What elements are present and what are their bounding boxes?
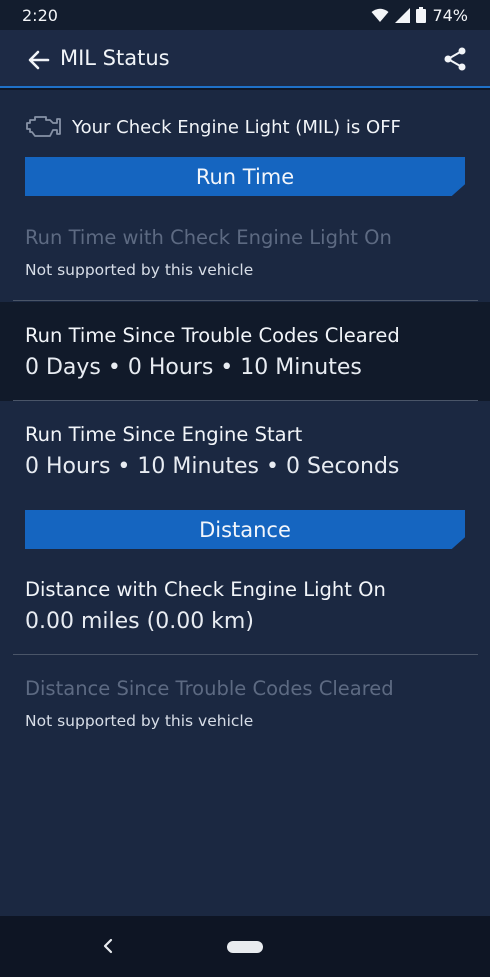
divider	[13, 400, 478, 401]
run-time-since-start: Run Time Since Engine Start 0 Hours • 10…	[25, 423, 399, 479]
status-time: 2:20	[22, 5, 58, 25]
check-engine-icon	[26, 116, 61, 137]
distance-cel-on: Distance with Check Engine Light On 0.00…	[25, 578, 386, 634]
distance-since-cleared: Distance Since Trouble Codes Cleared Not…	[25, 677, 394, 730]
status-bar: 2:20 74%	[0, 0, 490, 30]
system-nav-bar	[0, 916, 490, 977]
distance-since-cleared-sub: Not supported by this vehicle	[25, 712, 254, 730]
run-time-since-cleared-title: Run Time Since Trouble Codes Cleared	[25, 324, 400, 347]
nav-back-icon[interactable]	[100, 936, 118, 956]
distance-cel-on-value: 0.00 miles (0.00 km)	[25, 609, 254, 634]
share-icon[interactable]	[442, 46, 468, 72]
signal-icon	[395, 7, 411, 23]
run-time-cel-on: Run Time with Check Engine Light On Not …	[25, 226, 392, 279]
mil-status-content: Your Check Engine Light (MIL) is OFF Run…	[0, 90, 490, 916]
mil-status-text: Your Check Engine Light (MIL) is OFF	[72, 116, 401, 138]
page-title: MIL Status	[60, 46, 170, 70]
mil-status-row: Your Check Engine Light (MIL) is OFF	[24, 114, 401, 140]
run-time-since-start-value: 0 Hours • 10 Minutes • 0 Seconds	[25, 454, 400, 479]
status-icons: 74%	[371, 6, 468, 25]
divider	[13, 300, 478, 301]
distance-cel-on-title: Distance with Check Engine Light On	[25, 578, 386, 601]
run-time-cel-on-title: Run Time with Check Engine Light On	[25, 226, 392, 249]
app-bar: MIL Status	[0, 30, 490, 88]
divider	[13, 654, 478, 655]
distance-header: Distance	[25, 510, 465, 549]
run-time-header: Run Time	[25, 157, 465, 196]
run-time-cel-on-sub: Not supported by this vehicle	[25, 261, 254, 279]
back-arrow-icon[interactable]	[26, 47, 52, 73]
wifi-icon	[371, 8, 389, 22]
run-time-since-start-title: Run Time Since Engine Start	[25, 423, 303, 446]
distance-since-cleared-title: Distance Since Trouble Codes Cleared	[25, 677, 394, 700]
battery-percent: 74%	[432, 5, 468, 25]
battery-icon	[416, 7, 427, 23]
run-time-since-cleared: Run Time Since Trouble Codes Cleared 0 D…	[25, 324, 400, 380]
run-time-since-cleared-value: 0 Days • 0 Hours • 10 Minutes	[25, 355, 362, 380]
home-pill-button[interactable]	[227, 941, 263, 953]
